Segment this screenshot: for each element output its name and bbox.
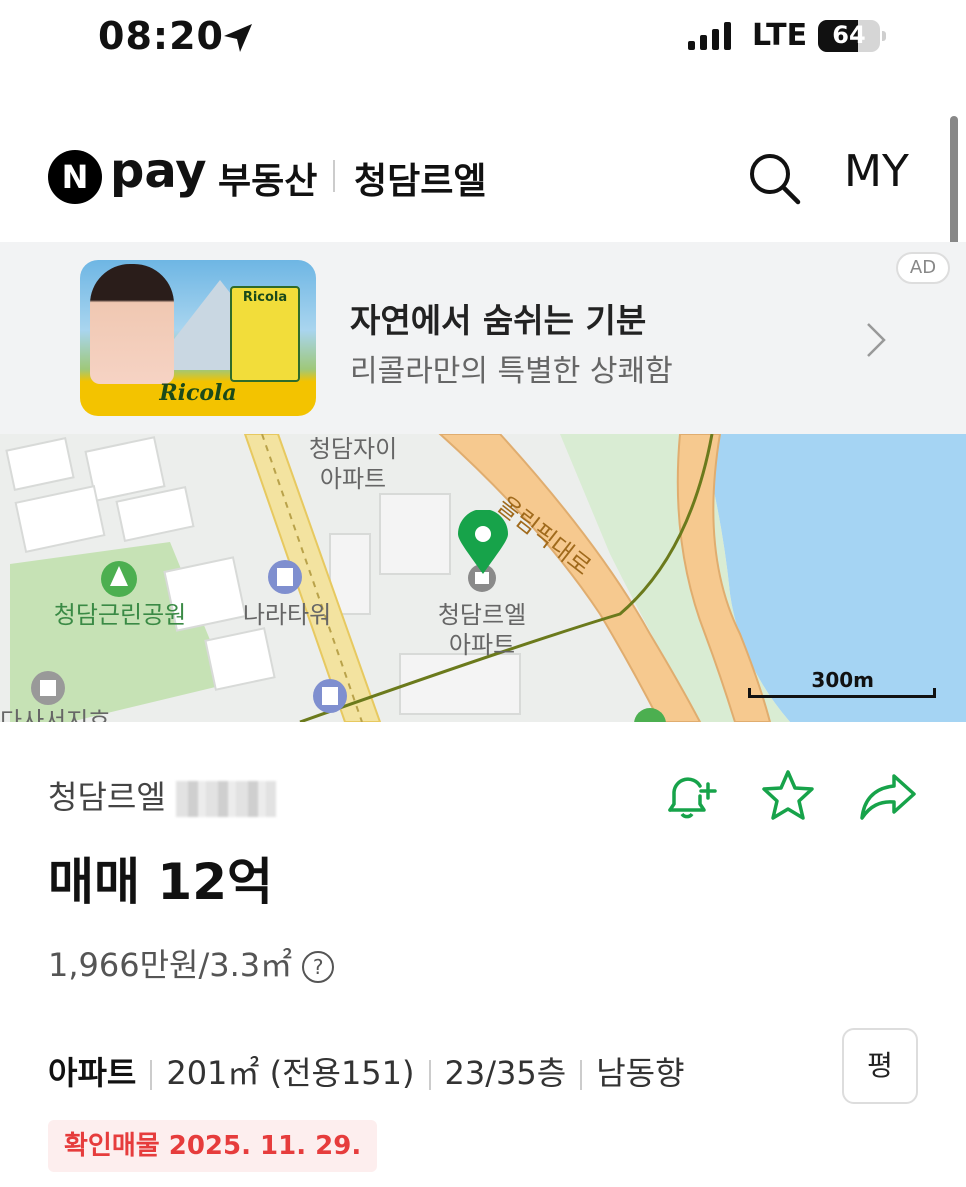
service-title[interactable]: 부동산: [218, 152, 317, 204]
spec-divider: [580, 1060, 583, 1090]
share-icon[interactable]: [858, 766, 918, 826]
star-icon[interactable]: [758, 766, 818, 826]
map-label-partial: 다사서지호: [0, 707, 111, 722]
help-icon[interactable]: ?: [302, 951, 335, 983]
network-type: LTE: [752, 18, 808, 53]
map-label-apt1-line1: 청담자이: [308, 435, 398, 463]
map-label-apt2-line1: 청담르엘: [437, 601, 527, 629]
ad-image[interactable]: Ricola Ricola: [80, 260, 316, 416]
signal-icon: [688, 22, 731, 50]
pyeong-toggle-button[interactable]: 평: [842, 1028, 918, 1104]
spec-divider: [150, 1060, 153, 1090]
page-title: 청담르엘: [354, 161, 487, 202]
map-label-tower[interactable]: 나라타워: [232, 600, 342, 630]
chevron-right-icon[interactable]: [864, 320, 888, 360]
map-label-apt1-line2: 아파트: [319, 465, 387, 493]
battery-nub: [882, 31, 886, 41]
listing-specs: 아파트 201㎡ (전용151) 23/35층 남동향: [48, 1048, 685, 1094]
unit-price: 1,966만원/3.3㎡?: [48, 940, 335, 986]
map-scale-label: 300m: [811, 668, 874, 692]
my-page-button[interactable]: MY: [844, 146, 909, 197]
ad-banner[interactable]: Ricola Ricola 자연에서 숨쉬는 기분 리콜라만의 특별한 상쾌함 …: [0, 242, 966, 434]
battery-percent: 64: [832, 21, 866, 49]
blurred-building-info: [175, 781, 276, 817]
map-label-park[interactable]: 청담근린공원: [40, 600, 200, 630]
direction: 남동향: [596, 1054, 685, 1092]
bell-plus-icon[interactable]: [660, 766, 720, 826]
listing-complex: 청담르엘: [48, 772, 276, 818]
pay-logo-text[interactable]: pay: [110, 143, 207, 199]
floor: 23/35층: [444, 1054, 567, 1092]
map-label-apt2[interactable]: 청담르엘 아파트: [426, 600, 538, 660]
map-label-apt1[interactable]: 청담자이 아파트: [298, 434, 408, 494]
app-header: N pay 부동산 청담르엘 MY: [0, 120, 966, 240]
npay-logo[interactable]: N: [48, 150, 102, 204]
location-arrow-icon: [224, 24, 252, 52]
search-icon[interactable]: [746, 150, 802, 206]
header-divider: [333, 160, 335, 192]
status-bar: 08:20 LTE 64: [0, 0, 966, 80]
status-time: 08:20: [98, 14, 224, 58]
battery-icon: 64: [818, 20, 880, 52]
listing-price: 매매 12억: [48, 853, 273, 911]
listing-complex-name: 청담르엘: [48, 778, 166, 816]
ad-subtitle[interactable]: 리콜라만의 특별한 상쾌함: [350, 346, 673, 390]
map-label-apt2-line2: 아파트: [448, 631, 516, 659]
spec-divider: [428, 1060, 431, 1090]
area: 201㎡ (전용151): [166, 1054, 415, 1092]
unit-price-value: 1,966만원/3.3㎡: [48, 946, 293, 984]
ad-image-person: [90, 264, 174, 384]
ad-title[interactable]: 자연에서 숨쉬는 기분: [350, 294, 646, 342]
map-scale: 300m: [748, 668, 936, 698]
property-type: 아파트: [48, 1054, 137, 1092]
map-view[interactable]: 청담자이 아파트 올림픽대로 청담근린공원 나라타워 청담르엘 아파트 다사서지…: [0, 434, 966, 722]
ad-image-brand: Ricola: [159, 380, 237, 406]
verified-badge: 확인매물 2025. 11. 29.: [48, 1120, 378, 1172]
listing-detail: 청담르엘 매매 12억 1,966만원/3.3㎡? 아파트 201㎡ (전용151…: [0, 722, 966, 1187]
ad-image-box-label: Ricola: [242, 290, 288, 305]
ad-badge[interactable]: AD: [896, 252, 950, 284]
